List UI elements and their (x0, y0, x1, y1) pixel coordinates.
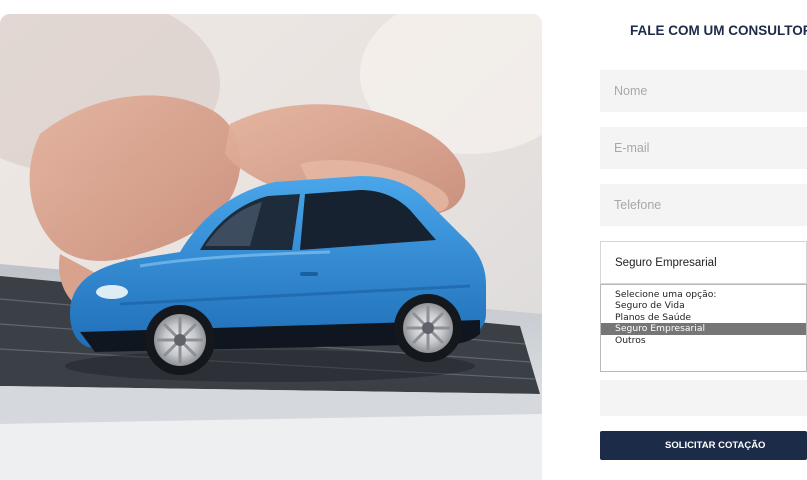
contact-form: FALE COM UM CONSULTOR Seguro Empresarial… (600, 0, 807, 480)
name-input[interactable] (600, 70, 807, 112)
dropdown-option-outros[interactable]: Outros (601, 335, 806, 346)
dropdown-option-placeholder[interactable]: Selecione uma opção: (601, 289, 806, 300)
dropdown-option-seguro-de-vida[interactable]: Seguro de Vida (601, 300, 806, 311)
message-field[interactable] (600, 380, 807, 416)
email-input[interactable] (600, 127, 807, 169)
form-title: FALE COM UM CONSULTOR (630, 23, 807, 38)
request-quote-button[interactable]: SOLICITAR COTAÇÃO (600, 431, 807, 460)
insurance-type-selected-value: Seguro Empresarial (615, 256, 717, 269)
dropdown-option-planos-de-saude[interactable]: Planos de Saúde (601, 312, 806, 323)
dropdown-option-seguro-empresarial[interactable]: Seguro Empresarial (601, 323, 806, 335)
hero-photo (0, 14, 542, 480)
phone-input[interactable] (600, 184, 807, 226)
insurance-type-select[interactable]: Seguro Empresarial (600, 241, 807, 284)
insurance-type-dropdown-list: Selecione uma opção: Seguro de Vida Plan… (600, 284, 807, 372)
